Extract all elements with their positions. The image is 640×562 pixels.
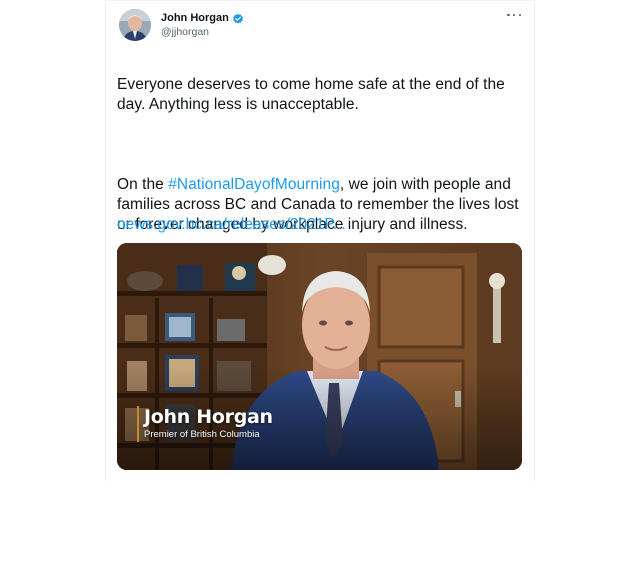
video-thumbnail[interactable]: John Horgan Premier of British Columbia [117, 243, 522, 470]
author-handle[interactable]: @jjhorgan [161, 26, 209, 38]
more-horizontal-icon[interactable] [507, 8, 521, 22]
tweet-paragraph-1: Everyone deserves to come home safe at t… [117, 76, 505, 113]
lower-third-title: Premier of British Columbia [144, 429, 260, 440]
author-display-name[interactable]: John Horgan [161, 12, 229, 24]
lower-third-name: John Horgan [144, 406, 273, 428]
lower-third-caption: John Horgan Premier of British Columbia [137, 406, 273, 442]
page: John Horgan @jjhorgan Everyone deserves … [0, 0, 640, 562]
author-name-row[interactable]: John Horgan [161, 10, 244, 26]
tweet-card[interactable]: John Horgan @jjhorgan Everyone deserves … [105, 0, 535, 482]
verified-badge-icon [232, 12, 244, 24]
avatar[interactable] [119, 9, 151, 41]
paragraph-2-lead: On the [117, 176, 169, 193]
external-link[interactable]: news.gov.bc.ca/releases/2021P... [117, 215, 346, 235]
hashtag-link[interactable]: #NationalDayofMourning [168, 176, 340, 193]
divider [106, 0, 534, 1]
